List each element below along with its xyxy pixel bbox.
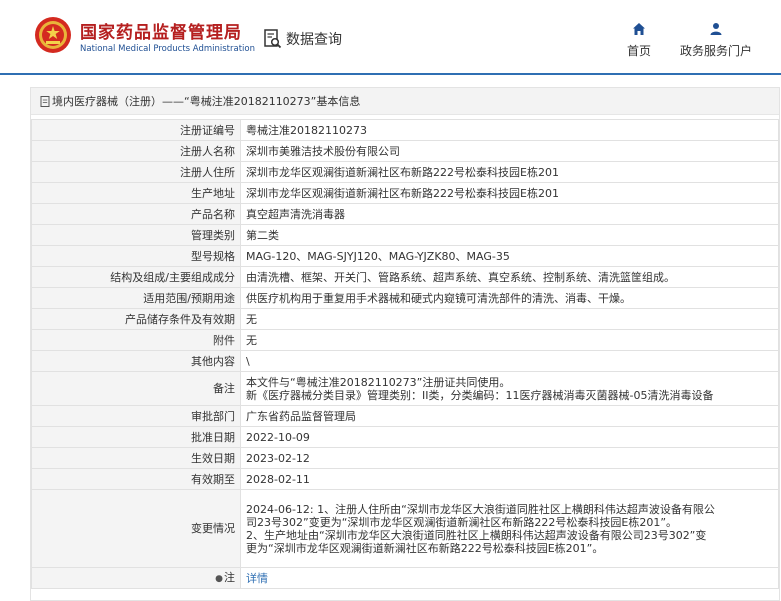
- table-row: 适用范围/预期用途 供医疗机构用于重复用手术器械和硬式内窥镜可清洗部件的清洗、消毒…: [31, 287, 779, 309]
- table-row: 附件无: [31, 329, 779, 351]
- field-value: 无: [240, 308, 779, 330]
- details-link[interactable]: 详情: [246, 572, 268, 585]
- user-icon: [710, 23, 722, 35]
- table-row: 批准日期 2022-10-09: [31, 426, 779, 448]
- table-row: 审批部门 广东省药品监督管理局: [31, 405, 779, 427]
- field-value: 供医疗机构用于重复用手术器械和硬式内窥镜可清洗部件的清洗、消毒、干燥。: [240, 287, 779, 309]
- field-label: 注册人名称: [31, 140, 241, 162]
- field-label: 生产地址: [31, 182, 241, 204]
- table-row: 生产地址 深圳市龙华区观澜街道新澜社区布新路222号松泰科技园E栋201: [31, 182, 779, 204]
- table-row: ●注 详情: [31, 567, 779, 589]
- change-line: 司23号302”变更为“深圳市龙华区观澜街道新澜社区布新路222号松泰科技园E栋…: [246, 515, 678, 529]
- table-row: 备注 本文件与“粤械注准20182110273”注册证共同使用。 新《医疗器械分…: [31, 371, 779, 406]
- field-value: 无: [240, 329, 779, 351]
- table-row: 变更情况 2024-06-12: 1、注册人住所由“深圳市龙华区大浪街道同胜社区…: [31, 489, 779, 568]
- table-row: 结构及组成/主要组成成分 由清洗槽、框架、开关门、管路系统、超声系统、真空系统、控…: [31, 266, 779, 288]
- detail-panel: 境内医疗器械（注册）——“粤械注准20182110273”基本信息 注册证编号粤…: [30, 87, 780, 601]
- site-header: 国家药品监督管理局 National Medical Products Admi…: [0, 0, 781, 75]
- field-value: 由清洗槽、框架、开关门、管路系统、超声系统、真空系统、控制系统、清洗篮筐组成。: [240, 266, 779, 288]
- field-label: 注册人住所: [31, 161, 241, 183]
- change-line: 2024-06-12: 1、注册人住所由“深圳市龙华区大浪街道同胜社区上横朗科伟…: [246, 502, 715, 516]
- field-label: 变更情况: [31, 489, 241, 568]
- info-table: 注册证编号 粤械注准20182110273 注册人名称 深圳市美雅洁技术股份有限公司…: [31, 119, 779, 589]
- field-label: 审批部门: [31, 405, 241, 427]
- org-name-cn: 国家药品监督管理局: [80, 23, 242, 43]
- table-row: 产品储存条件及有效期无: [31, 308, 779, 330]
- nav-home[interactable]: 首页: [627, 22, 651, 59]
- field-label: ●注: [31, 567, 241, 589]
- field-value: 深圳市美雅洁技术股份有限公司: [240, 140, 779, 162]
- table-row: 管理类别 第二类: [31, 224, 779, 246]
- change-line: 2、生产地址由“深圳市龙华区大浪街道同胜社区上横朗科伟达超声波设备有限公司23号…: [246, 528, 707, 542]
- nav-home-label: 首页: [627, 44, 652, 58]
- document-search-icon: [264, 29, 282, 49]
- field-label: 管理类别: [31, 224, 241, 246]
- field-label: 附件: [31, 329, 241, 351]
- field-value: 详情: [240, 567, 779, 589]
- field-label: 适用范围/预期用途: [31, 287, 241, 309]
- field-value: 2023-02-12: [240, 447, 779, 469]
- table-row: 生效日期 2023-02-12: [31, 447, 779, 469]
- field-label: 结构及组成/主要组成成分: [31, 266, 241, 288]
- field-value: 广东省药品监督管理局: [240, 405, 779, 427]
- field-value: 深圳市龙华区观澜街道新澜社区布新路222号松泰科技园E栋201: [240, 182, 779, 204]
- field-label: 批准日期: [31, 426, 241, 448]
- field-label: 产品名称: [31, 203, 241, 225]
- field-value: 2022-10-09: [240, 426, 779, 448]
- field-value: 2028-02-11: [240, 468, 779, 490]
- field-value: 本文件与“粤械注准20182110273”注册证共同使用。 新《医疗器械分类目录…: [240, 371, 779, 406]
- table-row: 注册人名称 深圳市美雅洁技术股份有限公司: [31, 140, 779, 162]
- remark-line: 新《医疗器械分类目录》管理类别：II类，分类编码：11医疗器械消毒灭菌器械-05…: [246, 388, 714, 402]
- field-label: 其他内容: [31, 350, 241, 372]
- field-value: 粤械注准20182110273: [240, 119, 779, 141]
- data-query-label: 数据查询: [286, 32, 342, 48]
- field-label: 有效期至: [31, 468, 241, 490]
- table-row: 有效期至 2028-02-11: [31, 468, 779, 490]
- field-label: 备注: [31, 371, 241, 406]
- panel-title: 境内医疗器械（注册）——“粤械注准20182110273”基本信息: [52, 95, 361, 108]
- data-query-link[interactable]: 数据查询: [264, 27, 342, 51]
- table-row: 型号规格 MAG-120、MAG-SJYJ120、MAG-YJZK80、MAG-3…: [31, 245, 779, 267]
- field-value: MAG-120、MAG-SJYJ120、MAG-YJZK80、MAG-35: [240, 245, 779, 267]
- table-row: 产品名称 真空超声清洗消毒器: [31, 203, 779, 225]
- remark-line: 本文件与“粤械注准20182110273”注册证共同使用。: [246, 375, 511, 389]
- org-name-en: National Medical Products Administration: [80, 44, 255, 54]
- nav-service-portal[interactable]: 政务服务门户: [680, 22, 752, 59]
- document-icon: [40, 95, 50, 107]
- table-row: 注册证编号 粤械注准20182110273: [31, 119, 779, 141]
- field-label: 型号规格: [31, 245, 241, 267]
- note-label: 注: [224, 570, 235, 584]
- table-row: 注册人住所 深圳市龙华区观澜街道新澜社区布新路222号松泰科技园E栋201: [31, 161, 779, 183]
- field-value: \: [240, 350, 779, 372]
- field-value: 2024-06-12: 1、注册人住所由“深圳市龙华区大浪街道同胜社区上横朗科伟…: [240, 489, 779, 568]
- field-label: 注册证编号: [31, 119, 241, 141]
- national-emblem-icon: [35, 17, 71, 53]
- nav-service-portal-label: 政务服务门户: [680, 44, 753, 58]
- field-label: 生效日期: [31, 447, 241, 469]
- field-value: 第二类: [240, 224, 779, 246]
- table-row: 其他内容 \: [31, 350, 779, 372]
- home-icon: [633, 23, 645, 35]
- field-value: 真空超声清洗消毒器: [240, 203, 779, 225]
- field-label: 产品储存条件及有效期: [31, 308, 241, 330]
- change-line: 更为“深圳市龙华区观澜街道新澜社区布新路222号松泰科技园E栋201”。: [246, 541, 604, 555]
- bulb-icon: ●: [215, 573, 223, 584]
- field-value: 深圳市龙华区观澜街道新澜社区布新路222号松泰科技园E栋201: [240, 161, 779, 183]
- panel-title-bar: 境内医疗器械（注册）——“粤械注准20182110273”基本信息: [31, 88, 779, 115]
